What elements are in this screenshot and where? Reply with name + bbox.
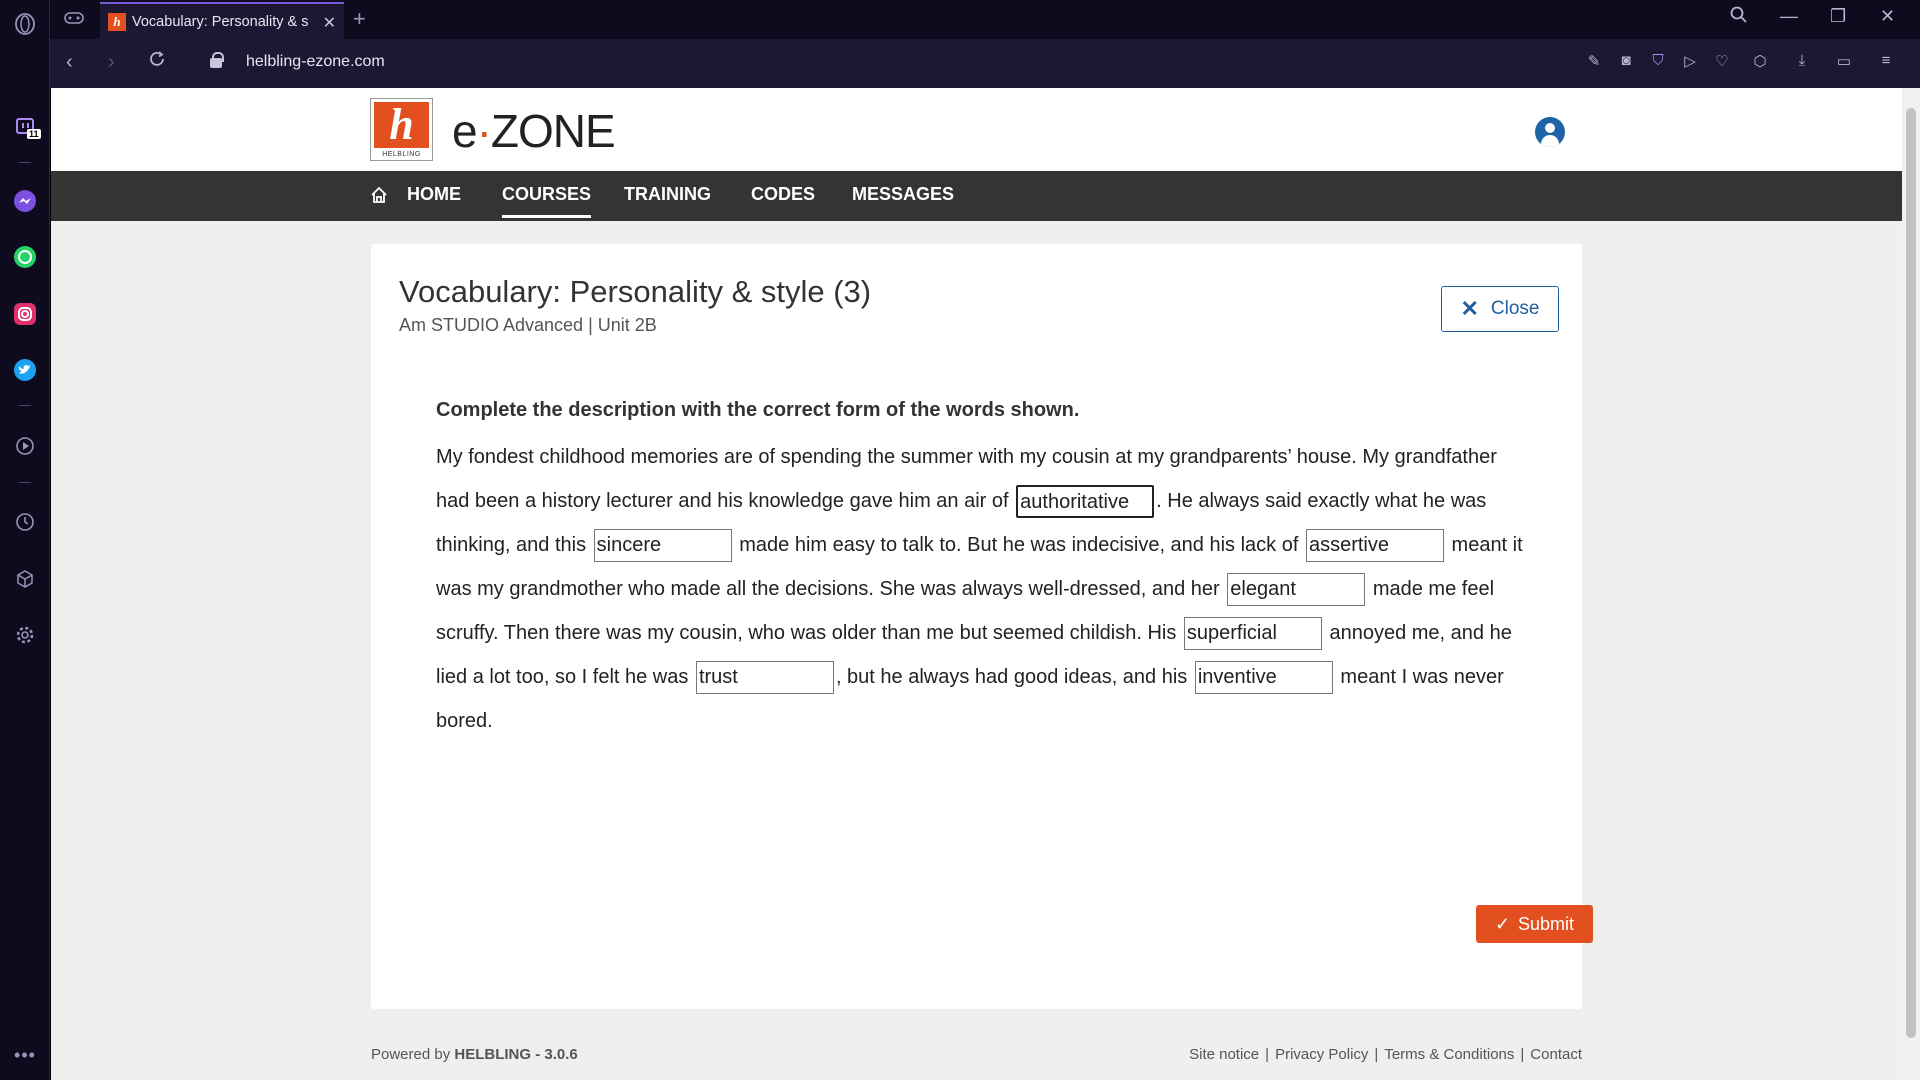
site-header: h HELBLING e·ZONE <box>51 88 1902 171</box>
gap-input-7[interactable]: inventive <box>1194 661 1333 695</box>
text-segment: , but he always had good ideas, and his <box>835 666 1188 688</box>
ezone-brand[interactable]: e·ZONE <box>452 104 616 158</box>
battery-icon[interactable]: ▭ <box>1834 52 1854 70</box>
nav-training[interactable]: TRAINING <box>624 171 711 221</box>
settings-gear-icon[interactable] <box>13 623 37 647</box>
nav-home[interactable]: HOME <box>407 171 461 221</box>
sidebar-divider <box>19 162 31 163</box>
camera-icon[interactable]: ◙ <box>1616 52 1636 69</box>
lock-icon[interactable] <box>210 52 224 68</box>
gamepad-icon[interactable] <box>64 10 84 31</box>
easy-setup-icon[interactable]: ≡ <box>1876 52 1896 69</box>
home-icon[interactable] <box>370 186 388 204</box>
checkmark-icon: ✓ <box>1494 913 1511 934</box>
powered-prefix: Powered by <box>371 1046 451 1063</box>
user-account-icon[interactable] <box>1535 117 1565 147</box>
cube-icon[interactable]: ⬡ <box>1750 52 1770 70</box>
download-icon[interactable]: ⤓ <box>1792 52 1812 69</box>
sidebar-divider <box>19 482 31 483</box>
forward-arrow-icon[interactable]: › <box>108 51 115 74</box>
text-segment: made him easy to talk to. But he was ind… <box>739 534 1299 556</box>
instagram-icon[interactable] <box>13 302 37 326</box>
send-icon[interactable]: ▷ <box>1680 52 1700 70</box>
heart-icon[interactable]: ♡ <box>1712 52 1732 70</box>
exercise-card: Vocabulary: Personality & style (3) Am S… <box>371 244 1593 1009</box>
gap-input-2[interactable]: sincere <box>593 529 732 563</box>
footer-site-notice-link[interactable]: Site notice <box>1189 1046 1259 1063</box>
close-label: Close <box>1490 298 1540 319</box>
scrollbar-thumb[interactable] <box>1906 108 1916 1038</box>
tab-title: Vocabulary: Personality & s <box>132 13 309 30</box>
close-icon: ✕ <box>1460 296 1479 321</box>
twitch-icon[interactable]: 11 <box>13 115 41 139</box>
footer-links: Site notice | Privacy Policy | Terms & Condi… <box>1189 1046 1582 1063</box>
main-nav: HOME COURSES TRAINING CODES MESSAGES <box>51 171 1902 221</box>
page-viewport: h HELBLING e·ZONE HOME COURSES TRAINING … <box>51 88 1902 1080</box>
history-clock-icon[interactable] <box>13 510 37 534</box>
submit-label: Submit <box>1518 913 1575 934</box>
sidebar-divider <box>19 405 31 406</box>
close-button[interactable]: ✕ Close <box>1441 286 1559 332</box>
opera-logo-icon[interactable] <box>13 12 37 36</box>
browser-tab-active[interactable]: h Vocabulary: Personality & s ✕ <box>100 2 344 39</box>
powered-brand: HELBLING - 3.0.6 <box>454 1046 578 1063</box>
whatsapp-icon[interactable] <box>13 245 37 269</box>
browser-sidebar: 11 ••• <box>0 0 50 1080</box>
url-field[interactable]: helbling-ezone.com <box>246 53 385 71</box>
messenger-icon[interactable] <box>13 189 37 213</box>
gap-input-5[interactable]: superficial <box>1183 617 1322 651</box>
notification-badge: 11 <box>27 129 41 139</box>
twitter-icon[interactable] <box>13 358 37 382</box>
logo-text: HELBLING <box>382 151 421 158</box>
player-icon[interactable] <box>13 434 37 458</box>
footer-powered-by: Powered by HELBLING - 3.0.6 <box>371 1046 578 1063</box>
footer-contact-link[interactable]: Contact <box>1530 1046 1582 1063</box>
minimize-icon[interactable]: — <box>1780 6 1798 27</box>
search-tabs-icon[interactable] <box>1730 6 1748 29</box>
tab-close-icon[interactable]: ✕ <box>323 13 336 33</box>
back-arrow-icon[interactable]: ‹ <box>66 51 73 74</box>
footer-terms-link[interactable]: Terms & Conditions <box>1384 1046 1514 1063</box>
edit-icon[interactable]: ✎ <box>1584 52 1604 70</box>
gap-fill-text: My fondest childhood memories are of spe… <box>436 435 1526 743</box>
address-bar: ‹ › helbling-ezone.com ✎ ◙ ⛉ ▷ ♡ ⬡ ⤓ ▭ ≡ <box>50 39 1920 88</box>
brand-prefix: e <box>452 105 478 157</box>
gap-input-1[interactable]: authoritative <box>1016 485 1155 519</box>
brand-suffix: ZONE <box>490 105 616 157</box>
nav-courses[interactable]: COURSES <box>502 171 592 218</box>
more-options-icon[interactable]: ••• <box>13 1043 37 1067</box>
window-close-icon[interactable]: ✕ <box>1880 6 1895 27</box>
helbling-favicon-icon: h <box>108 12 126 31</box>
footer-privacy-link[interactable]: Privacy Policy <box>1275 1046 1368 1063</box>
restore-icon[interactable]: ❐ <box>1830 6 1846 27</box>
page-title: Vocabulary: Personality & style (3) <box>399 274 872 309</box>
new-tab-plus-icon[interactable]: + <box>353 6 366 32</box>
tab-bar: h Vocabulary: Personality & s ✕ + — ❐ ✕ <box>50 0 1920 39</box>
reload-icon[interactable] <box>148 50 166 74</box>
brand-dot: · <box>476 105 492 157</box>
gap-input-6[interactable]: trust <box>695 661 834 695</box>
vpn-shield-icon[interactable]: ⛉ <box>1648 52 1668 69</box>
submit-button[interactable]: ✓ Submit <box>1476 905 1593 943</box>
gap-input-3[interactable]: assertive <box>1305 529 1444 563</box>
gap-input-4[interactable]: elegant <box>1227 573 1366 607</box>
helbling-h-icon: h <box>374 102 429 148</box>
helbling-logo[interactable]: h HELBLING <box>370 98 433 161</box>
instruction: Complete the description with the correc… <box>436 399 1080 421</box>
page-subtitle: Am STUDIO Advanced | Unit 2B <box>399 315 657 335</box>
nav-codes[interactable]: CODES <box>751 171 815 221</box>
extensions-cube-icon[interactable] <box>13 567 37 591</box>
page-scrollbar[interactable] <box>1902 88 1920 1080</box>
nav-messages[interactable]: MESSAGES <box>852 171 954 221</box>
